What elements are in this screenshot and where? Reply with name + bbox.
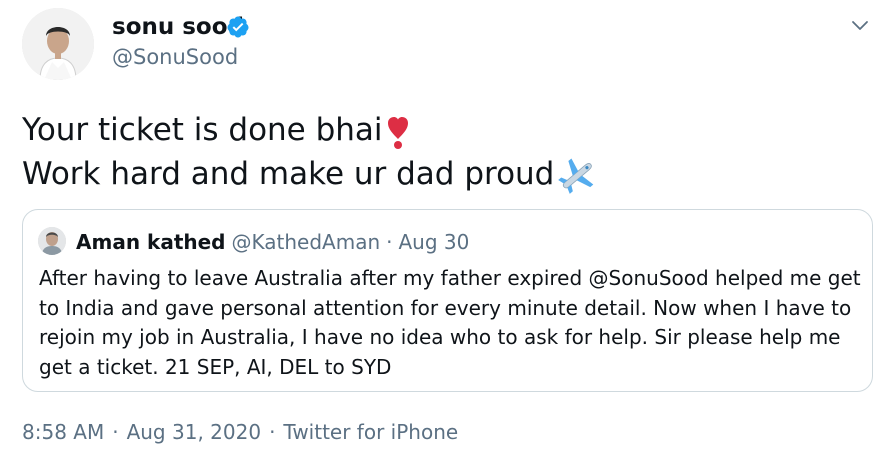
quoted-author-name: Aman kathed: [76, 230, 226, 254]
tweet-line: Work hard and make ur dad proud: [22, 152, 598, 196]
heavy-exclamation-mark-icon: [387, 116, 408, 149]
quoted-tweet-text: After having to leave Australia after my…: [39, 264, 865, 382]
timestamp-date[interactable]: Aug 31, 2020: [127, 420, 261, 444]
author-display-name[interactable]: sonu sood: [112, 14, 244, 40]
author-avatar[interactable]: [22, 8, 94, 80]
timestamp-separator: ·: [112, 420, 119, 444]
timestamp-separator: ·: [269, 420, 276, 444]
quoted-date: Aug 30: [398, 230, 470, 254]
tweet-line-text: Work hard and make ur dad proud: [22, 156, 555, 192]
tweet-line-text: Your ticket is done bhai: [22, 112, 383, 148]
tweet-source[interactable]: Twitter for iPhone: [283, 420, 458, 444]
airplane-icon: [558, 157, 594, 194]
quoted-text-line: to India and gave personal attention for…: [39, 295, 852, 320]
tweet-line: Your ticket is done bhai: [22, 108, 598, 152]
timestamp-time[interactable]: 8:58 AM: [22, 420, 104, 444]
tweet-timestamp: 8:58 AM · Aug 31, 2020 · Twitter for iPhone: [22, 420, 458, 444]
quoted-tweet-header: Aman kathed @KathedAman · Aug 30: [76, 230, 469, 254]
quoted-text-line: After having to leave Australia after my…: [39, 266, 861, 290]
verified-badge-icon: [227, 16, 249, 38]
quoted-text-line: rejoin my job in Australia, I have no id…: [39, 325, 841, 349]
tweet-card: sonu sood @SonuSood Your ticket is done …: [0, 0, 887, 455]
author-handle[interactable]: @SonuSood: [112, 45, 238, 69]
quoted-text-line: get a ticket. 21 SEP, AI, DEL to SYD: [39, 354, 392, 379]
quoted-author-handle: @KathedAman: [231, 230, 381, 254]
quoted-separator: ·: [386, 230, 393, 254]
quoted-tweet[interactable]: Aman kathed @KathedAman · Aug 30 After havi…: [22, 209, 873, 392]
quoted-author-avatar: [38, 227, 66, 255]
tweet-text: Your ticket is done bhai Work hard and m…: [22, 108, 598, 196]
chevron-down-icon[interactable]: [848, 14, 872, 38]
